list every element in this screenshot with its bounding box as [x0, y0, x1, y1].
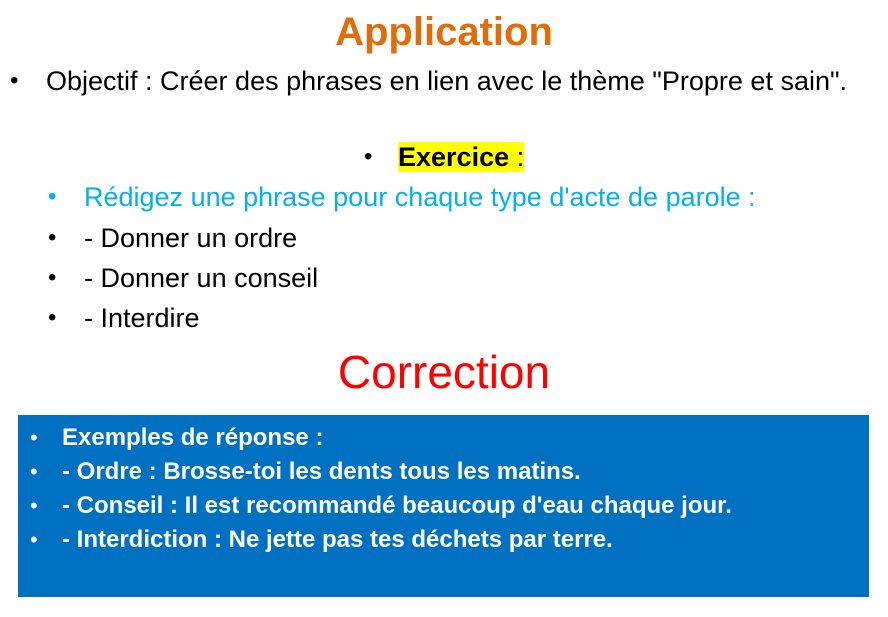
page-title: Application [335, 10, 553, 54]
task-text: - Interdire [84, 303, 200, 333]
bullet-icon: • [30, 425, 38, 450]
answer-item: • - Ordre : Brosse-toi les dents tous le… [30, 455, 581, 489]
task-item: • - Donner un conseil [48, 258, 318, 298]
answer-text: - Interdiction : Ne jette pas tes déchet… [62, 526, 613, 553]
answer-text: Exemples de réponse : [62, 424, 324, 451]
objective-item: • Objectif : Créer des phrases en lien a… [10, 60, 870, 102]
answer-text: - Conseil : Il est recommandé beaucoup d… [62, 492, 732, 519]
answer-item: • - Interdiction : Ne jette pas tes déch… [30, 523, 613, 557]
answer-box: • Exemples de réponse : • - Ordre : Bros… [18, 415, 869, 597]
bullet-icon: • [364, 143, 373, 170]
objective-text: Objectif : Créer des phrases en lien ave… [46, 66, 848, 96]
correction-title: Correction [337, 346, 551, 398]
bullet-icon: • [48, 264, 57, 291]
answer-item: • - Conseil : Il est recommandé beaucoup… [30, 489, 732, 523]
task-item: • - Donner un ordre [48, 218, 297, 258]
instruction-item: • Rédigez une phrase pour chaque type d'… [48, 177, 756, 217]
answer-item: • Exemples de réponse : [30, 421, 323, 455]
bullet-icon: • [10, 67, 19, 94]
exercise-colon: : [509, 142, 525, 172]
bullet-icon: • [48, 183, 57, 210]
task-item: • - Interdire [48, 298, 200, 338]
bullet-icon: • [48, 224, 57, 251]
answer-text: - Ordre : Brosse-toi les dents tous les … [62, 458, 581, 485]
exercise-label-text: Exercice [398, 142, 510, 172]
bullet-icon: • [30, 493, 38, 518]
exercise-item: • Exercice : [364, 137, 525, 177]
instruction-text: Rédigez une phrase pour chaque type d'ac… [84, 182, 756, 212]
bullet-icon: • [30, 527, 38, 552]
bullet-icon: • [48, 304, 57, 331]
task-text: - Donner un conseil [84, 263, 319, 293]
task-text: - Donner un ordre [84, 223, 298, 253]
exercise-label: Exercice : [398, 142, 525, 172]
bullet-icon: • [30, 459, 38, 484]
